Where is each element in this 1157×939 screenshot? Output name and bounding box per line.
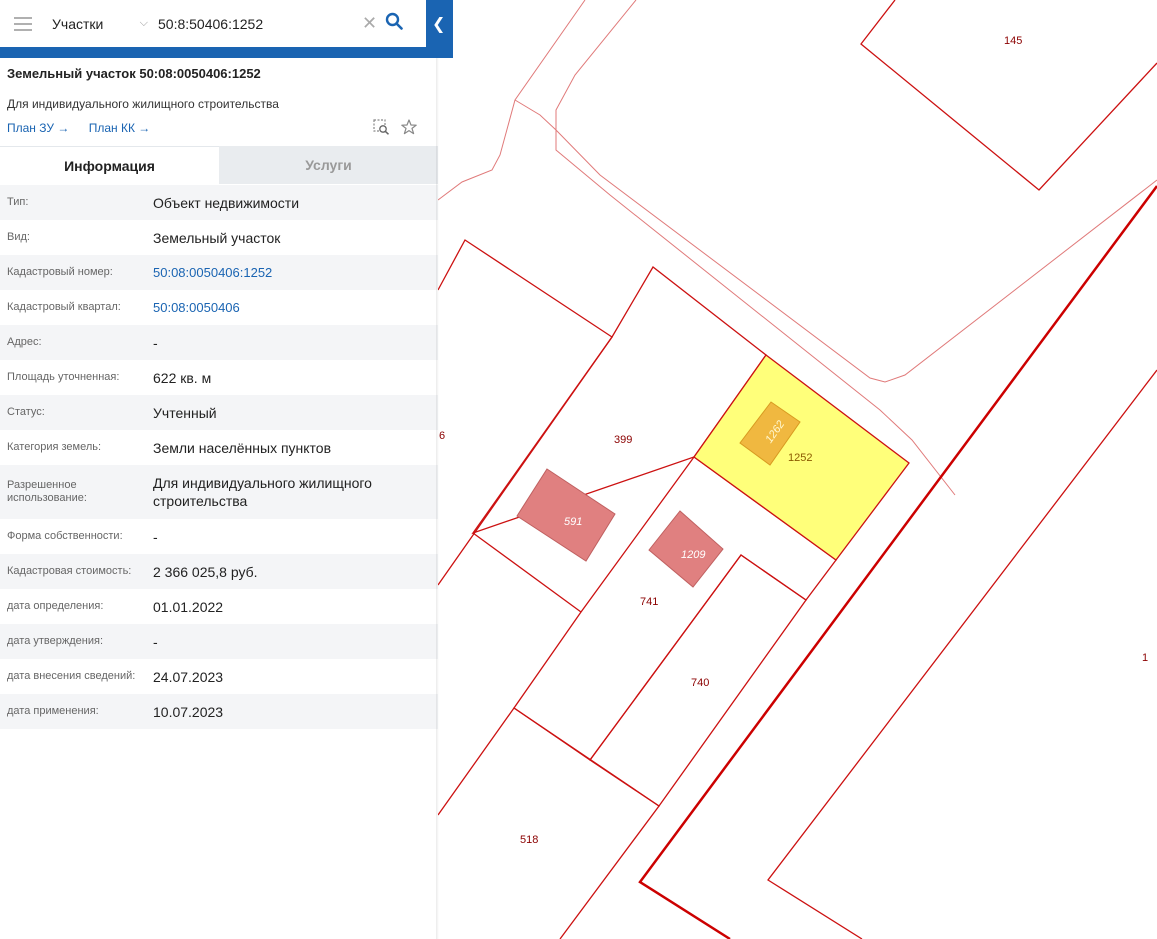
panel-actions: [373, 119, 417, 140]
table-row: Площадь уточненная: 622 кв. м: [0, 360, 438, 395]
row-label: Адрес:: [7, 336, 42, 348]
search-icon[interactable]: [385, 12, 403, 35]
row-value: 10.07.2023: [153, 703, 224, 720]
building-label-1209: 1209: [681, 549, 706, 561]
tab-info[interactable]: Информация: [0, 146, 219, 184]
parcel-518: [437, 707, 660, 939]
table-row: Тип: Объект недвижимости: [0, 185, 438, 220]
road-line: [437, 0, 586, 201]
info-table: Тип: Объект недвижимости Вид: Земельный уч…: [0, 185, 438, 729]
row-value: -: [153, 334, 158, 351]
building-label-591: 591: [564, 516, 583, 528]
info-panel: Участки ⌵ ✕ ❮ Земельный участок 50:08:00…: [0, 0, 453, 939]
parcel-subtitle: Для индивидуального жилищного строительс…: [7, 97, 279, 111]
row-value: 01.01.2022: [153, 598, 224, 615]
table-row: дата определения: 01.01.2022: [0, 589, 438, 624]
table-row: Форма собственности: -: [0, 519, 438, 554]
table-row: Кадастровый квартал: 50:08:0050406: [0, 290, 438, 325]
row-value: Учтенный: [153, 404, 217, 421]
close-icon[interactable]: ✕: [362, 13, 377, 34]
row-value: -: [153, 633, 158, 650]
table-row: Адрес: -: [0, 325, 438, 360]
row-label: дата применения:: [7, 705, 99, 717]
cadastral-quarter-link[interactable]: 50:08:0050406: [153, 299, 438, 317]
layer-select[interactable]: Участки ⌵: [52, 16, 148, 32]
panel-tabs: Информация Услуги: [0, 146, 438, 184]
table-row: Статус: Учтенный: [0, 395, 438, 430]
table-row: дата применения: 10.07.2023: [0, 694, 438, 729]
search-bar: Участки ⌵ ✕ ❮: [0, 0, 453, 58]
row-label: Разрешенное использование:: [7, 479, 87, 504]
map-label-6: 6: [439, 430, 446, 442]
cadastral-number-link[interactable]: 50:08:0050406:1252: [153, 264, 438, 282]
row-value: Земли населённых пунктов: [153, 439, 332, 456]
row-label: Кадастровая стоимость:: [7, 565, 132, 577]
parcel-145: [860, 0, 1157, 191]
map-label-399: 399: [614, 434, 633, 446]
zoom-to-icon[interactable]: [373, 119, 390, 140]
table-row: Кадастровый номер: 50:08:0050406:1252: [0, 255, 438, 290]
map-label-518: 518: [520, 834, 539, 846]
road-line: [514, 99, 1157, 383]
panel-shadow: [436, 58, 439, 939]
chevron-down-icon: ⌵: [139, 17, 148, 29]
row-label: Кадастровый квартал:: [7, 301, 121, 313]
menu-icon[interactable]: [14, 16, 32, 31]
row-label: Вид:: [7, 231, 30, 243]
map-label-741: 741: [640, 596, 659, 608]
row-label: дата утверждения:: [7, 635, 104, 647]
plan-links: План ЗУ → План КК →: [7, 121, 166, 135]
row-value: 622 кв. м: [153, 369, 212, 386]
row-label: дата определения:: [7, 600, 104, 612]
search-box: Участки ⌵ ✕: [0, 0, 426, 47]
row-label: Форма собственности:: [7, 530, 123, 542]
table-row: дата внесения сведений: 24.07.2023: [0, 659, 438, 694]
parcel-399: [471, 266, 767, 535]
row-label: Тип:: [7, 196, 29, 208]
tab-services[interactable]: Услуги: [219, 146, 438, 184]
plan-kk-link[interactable]: План КК →: [89, 121, 151, 135]
layer-select-label: Участки: [52, 15, 104, 32]
row-value: 2 366 025,8 руб.: [153, 563, 258, 580]
row-value: -: [153, 528, 158, 545]
star-icon[interactable]: [401, 119, 417, 140]
map-label-740: 740: [691, 677, 710, 689]
map-label-1252: 1252: [788, 452, 813, 464]
row-label: Площадь уточненная:: [7, 371, 120, 383]
row-label: Статус:: [7, 406, 45, 418]
building-591: [516, 468, 616, 562]
row-label: дата внесения сведений:: [7, 670, 136, 682]
row-value: Земельный участок: [153, 229, 281, 246]
row-value: Объект недвижимости: [153, 194, 300, 211]
row-value: 24.07.2023: [153, 668, 224, 685]
table-row: дата утверждения: -: [0, 624, 438, 659]
table-row: Разрешенное использование: Для индивидуал…: [0, 465, 438, 519]
plan-zu-link[interactable]: План ЗУ →: [7, 121, 69, 135]
search-input[interactable]: [158, 15, 348, 32]
table-row: Кадастровая стоимость: 2 366 025,8 руб.: [0, 554, 438, 589]
main-boundary: [638, 185, 1157, 939]
row-label: Кадастровый номер:: [7, 266, 113, 278]
row-label: Категория земель:: [7, 441, 102, 453]
table-row: Категория земель: Земли населённых пункто…: [0, 430, 438, 465]
map-label-145: 145: [1004, 35, 1023, 47]
table-row: Вид: Земельный участок: [0, 220, 438, 255]
row-value: Для индивидуального жилищного строительс…: [153, 475, 372, 509]
collapse-panel-icon[interactable]: ❮: [432, 14, 445, 34]
map-label-1: 1: [1142, 652, 1149, 664]
page-title: Земельный участок 50:08:0050406:1252: [7, 66, 261, 81]
